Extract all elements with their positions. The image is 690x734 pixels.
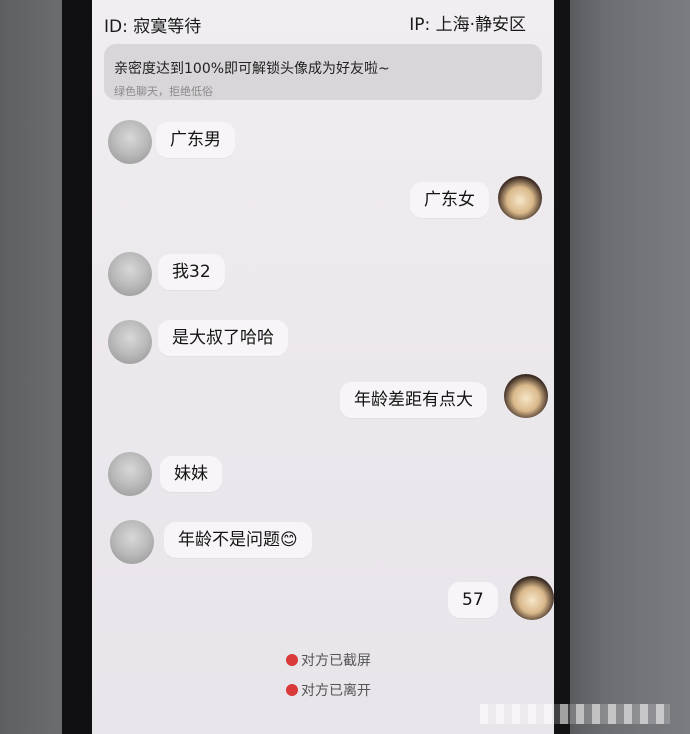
avatar[interactable] — [108, 252, 152, 296]
avatar[interactable] — [504, 374, 548, 418]
notice-main-text: 亲密度达到100%即可解锁头像成为好友啦~ — [114, 61, 390, 77]
notice-sub-text: 绿色聊天，拒绝低俗 — [114, 85, 213, 98]
avatar[interactable] — [510, 576, 554, 620]
watermark — [480, 704, 670, 724]
message-bubble[interactable]: 广东男 — [156, 122, 235, 158]
chat-header: ID: 寂寞等待 IP: 上海·静安区 — [92, 0, 554, 44]
chat-screen: ID: 寂寞等待 IP: 上海·静安区 亲密度达到100%即可解锁头像成为好友啦… — [92, 0, 554, 734]
system-notice: 对方已截屏 — [286, 650, 371, 670]
avatar[interactable] — [110, 520, 154, 564]
message-bubble[interactable]: 年龄不是问题😊 — [164, 522, 312, 558]
avatar[interactable] — [108, 320, 152, 364]
alert-dot-icon — [286, 654, 298, 666]
avatar[interactable] — [108, 120, 152, 164]
system-notice: 对方已离开 — [286, 680, 371, 700]
message-bubble[interactable]: 广东女 — [410, 182, 489, 218]
intimacy-notice: 亲密度达到100%即可解锁头像成为好友啦~ 绿色聊天，拒绝低俗 — [104, 44, 542, 100]
avatar[interactable] — [498, 176, 542, 220]
message-bubble[interactable]: 57 — [448, 582, 498, 618]
message-bubble[interactable]: 妹妹 — [160, 456, 222, 492]
ip-location-label: IP: 上海·静安区 — [409, 15, 526, 35]
alert-dot-icon — [286, 684, 298, 696]
message-bubble[interactable]: 我32 — [158, 254, 225, 290]
system-notice-text: 对方已截屏 — [301, 653, 371, 669]
user-id-label: ID: 寂寞等待 — [104, 17, 202, 37]
background-surface — [570, 0, 690, 734]
system-notice-text: 对方已离开 — [301, 683, 371, 699]
message-bubble[interactable]: 年龄差距有点大 — [340, 382, 487, 418]
message-bubble[interactable]: 是大叔了哈哈 — [158, 320, 288, 356]
avatar[interactable] — [108, 452, 152, 496]
